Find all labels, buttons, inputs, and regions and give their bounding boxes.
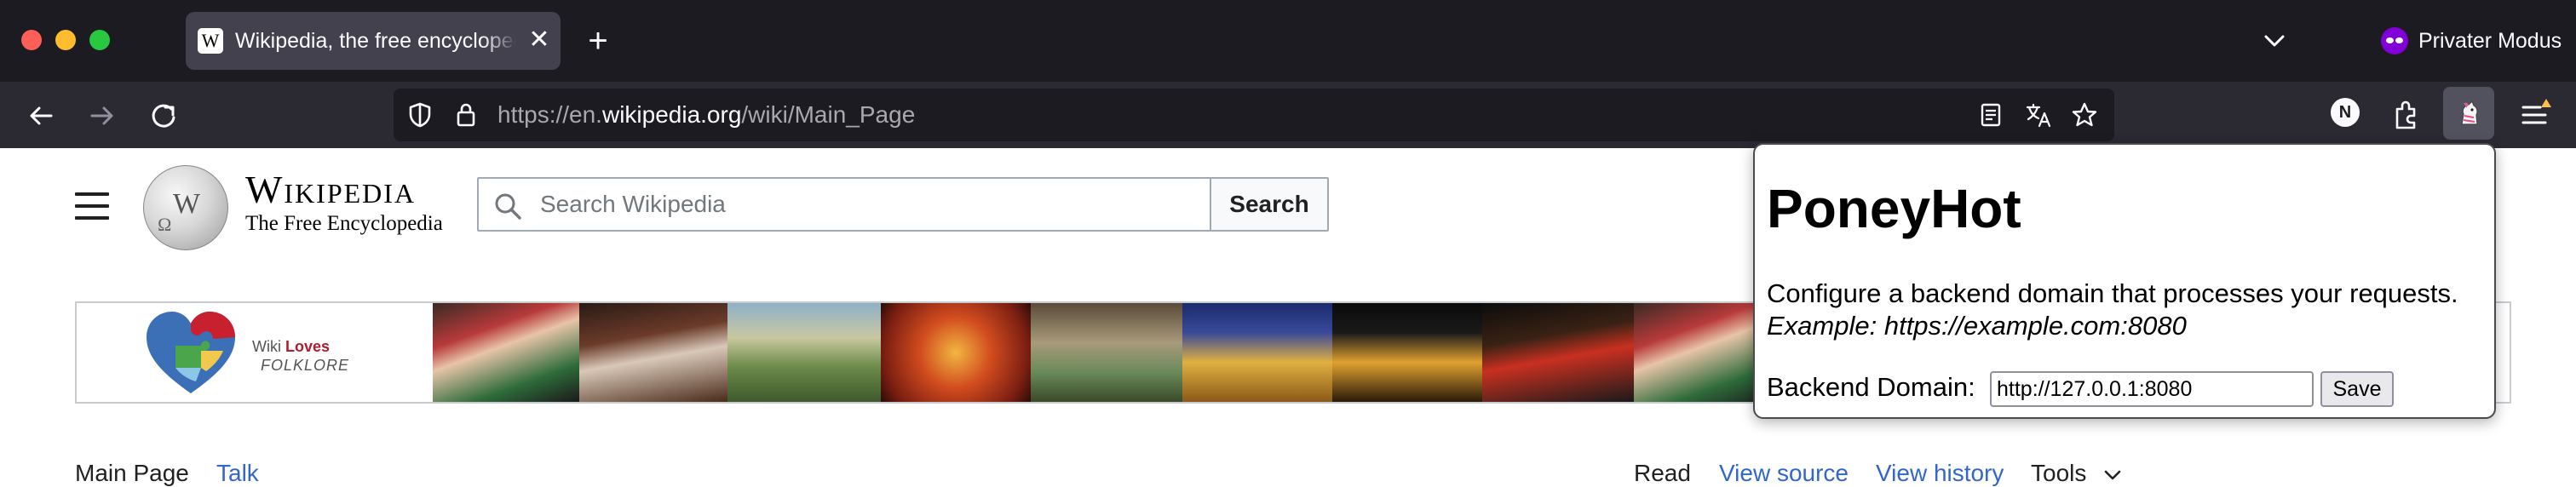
folklore-photo: [1031, 303, 1182, 402]
private-mode-label: Privater Modus: [2418, 28, 2562, 53]
popup-title: PoneyHot: [1767, 178, 2021, 239]
wikipedia-wordmark[interactable]: Wikipedia The Free Encyclopedia: [245, 169, 443, 237]
wiki-loves-folklore-logo: Wiki Loves FOLKLORE: [77, 303, 433, 402]
tab-talk[interactable]: Talk: [216, 460, 259, 487]
wikipedia-favicon-icon: W: [198, 28, 223, 54]
zoom-window-button[interactable]: [89, 30, 110, 50]
url-prefix: https://en.: [497, 101, 602, 128]
poneyhot-popup: PoneyHot Configure a backend domain that…: [1753, 143, 2496, 419]
bookmark-star-icon[interactable]: [2070, 100, 2099, 129]
puzzle-heart-icon: [147, 312, 235, 393]
private-mode-indicator: Privater Modus: [2381, 24, 2562, 58]
tools-menu[interactable]: Tools: [2031, 460, 2124, 487]
folklore-photo: [727, 303, 881, 402]
search-box: [477, 177, 1211, 232]
search-button[interactable]: Search: [1210, 177, 1329, 232]
tab-title: Wikipedia, the free encyclopedia: [235, 29, 516, 53]
back-icon[interactable]: [22, 97, 60, 135]
account-icon[interactable]: N: [2331, 98, 2360, 127]
close-window-button[interactable]: [21, 30, 42, 50]
popup-description: Configure a backend domain that processe…: [1767, 278, 2458, 308]
popup-example: Example: https://example.com:8080: [1767, 311, 2187, 341]
tab-read[interactable]: Read: [1634, 460, 1691, 487]
folklore-photo: [1332, 303, 1482, 402]
banner-folklore: FOLKLORE: [261, 357, 350, 374]
app-menu-icon[interactable]: [2515, 95, 2554, 135]
tab-wikipedia[interactable]: W Wikipedia, the free encyclopedia ✕: [186, 12, 561, 70]
banner-loves: Loves: [285, 338, 331, 355]
wikipedia-globe-logo[interactable]: [143, 165, 228, 250]
tab-close-icon[interactable]: ✕: [525, 26, 554, 54]
navigation-toolbar: https://en.wikipedia.org/wiki/Main_Page …: [0, 82, 2576, 148]
content-tabs: Main Page Talk Read View source View his…: [75, 460, 2503, 487]
chevron-down-icon: [2104, 470, 2121, 479]
poneyhot-extension-icon: [2461, 100, 2478, 125]
wiki-loves-folklore-text: Wiki Loves FOLKLORE: [252, 337, 349, 375]
tab-bar: W Wikipedia, the free encyclopedia ✕ + P…: [0, 0, 2576, 82]
search-input[interactable]: [540, 180, 1187, 228]
url-path: /wiki/Main_Page: [741, 101, 916, 128]
minimize-window-button[interactable]: [55, 30, 76, 50]
folklore-photo: [433, 303, 579, 402]
search-icon: [495, 193, 521, 220]
url-text[interactable]: https://en.wikipedia.org/wiki/Main_Page: [497, 101, 915, 129]
shield-icon[interactable]: [405, 100, 434, 129]
reload-icon[interactable]: [145, 97, 182, 135]
tab-list-icon[interactable]: [2257, 24, 2291, 58]
forward-icon[interactable]: [83, 97, 121, 135]
folklore-photo: [1482, 303, 1634, 402]
wordmark-tagline: The Free Encyclopedia: [245, 212, 443, 235]
extensions-icon[interactable]: [2387, 95, 2426, 135]
banner-wiki: Wiki: [252, 338, 281, 355]
backend-domain-label: Backend Domain:: [1767, 372, 1975, 402]
private-mode-icon: [2381, 27, 2408, 54]
folklore-photo: [881, 303, 1031, 402]
lock-icon[interactable]: [451, 100, 480, 129]
reader-view-icon[interactable]: [1976, 100, 2005, 129]
save-button[interactable]: Save: [2320, 371, 2394, 407]
folklore-photo: [1182, 303, 1332, 402]
tab-view-source[interactable]: View source: [1719, 460, 1849, 487]
translate-icon[interactable]: [2024, 100, 2053, 129]
poneyhot-extension-button[interactable]: [2443, 87, 2494, 140]
new-tab-button[interactable]: +: [579, 22, 617, 60]
url-bar[interactable]: https://en.wikipedia.org/wiki/Main_Page: [394, 89, 2114, 141]
tab-view-history[interactable]: View history: [1876, 460, 2004, 487]
tab-main-page[interactable]: Main Page: [75, 460, 189, 487]
backend-domain-input[interactable]: [1990, 371, 2314, 407]
url-domain: wikipedia.org: [601, 101, 742, 128]
tools-label: Tools: [2031, 460, 2087, 486]
main-menu-icon[interactable]: [75, 192, 109, 221]
folklore-photo: [579, 303, 727, 402]
wordmark-title: Wikipedia: [245, 168, 417, 211]
